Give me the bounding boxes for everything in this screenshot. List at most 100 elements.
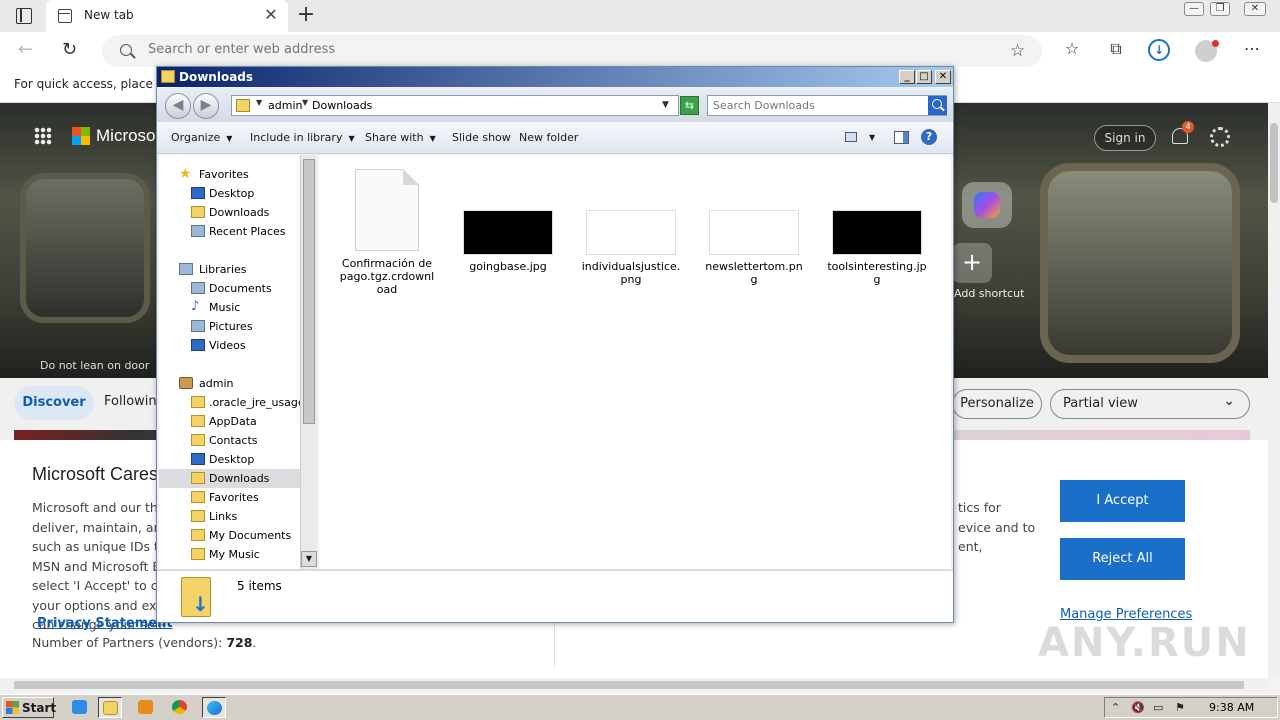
nav-user-desktop[interactable]: Desktop <box>159 450 301 469</box>
file-item[interactable]: goingbase.jpg <box>458 165 558 305</box>
chevron-right-icon[interactable]: ▼ <box>302 98 308 107</box>
start-button[interactable]: Start <box>2 697 56 718</box>
help-icon[interactable]: ? <box>921 129 937 145</box>
address-path[interactable]: ▼ admin ▼ Downloads ▼ <box>231 95 679 116</box>
nav-desktop[interactable]: Desktop <box>159 184 301 203</box>
explorer-minimize-button[interactable]: _ <box>899 70 915 84</box>
tab-discover[interactable]: Discover <box>14 386 94 420</box>
include-in-library-label: Include in library <box>250 131 343 144</box>
downloads-folder-icon <box>191 206 205 218</box>
scrollbar-thumb[interactable] <box>14 681 1244 689</box>
nav-user-downloads[interactable]: Downloads <box>159 469 301 488</box>
nav-music[interactable]: ♪ Music <box>159 298 301 317</box>
reload-icon[interactable]: ↻ <box>62 40 82 60</box>
consent-line: tics for <box>958 500 1001 515</box>
back-arrow-icon[interactable]: ◀ <box>165 93 191 119</box>
reject-all-button[interactable]: Reject All <box>1060 538 1185 580</box>
downloads-icon[interactable]: ↓ <box>1148 39 1170 61</box>
file-item[interactable]: toolsinteresting.jpg <box>827 165 927 305</box>
settings-gear-icon[interactable] <box>1210 127 1230 147</box>
preview-pane-icon[interactable] <box>894 131 909 144</box>
address-bar[interactable]: ☆ <box>102 35 1042 67</box>
more-menu-icon[interactable]: ⋯ <box>1241 38 1263 60</box>
minimize-button[interactable]: — <box>1184 2 1204 16</box>
sign-in-button[interactable]: Sign in <box>1094 125 1156 151</box>
volume-icon[interactable]: 🔇 <box>1131 701 1145 714</box>
share-with-menu[interactable]: Share with ▼ <box>365 131 436 144</box>
nav-admin[interactable]: admin <box>159 374 301 393</box>
page-horizontal-scrollbar[interactable] <box>0 678 1268 692</box>
privacy-statement-link[interactable]: Privacy Statement <box>37 616 173 631</box>
accept-button[interactable]: I Accept <box>1060 480 1185 522</box>
explorer-close-button[interactable]: ✕ <box>935 70 951 84</box>
forward-arrow-icon[interactable]: ▶ <box>193 93 219 119</box>
page-vertical-scrollbar[interactable] <box>1268 103 1280 678</box>
partners-label: Number of Partners (vendors): <box>32 635 223 650</box>
nav-oracle-jre-usage[interactable]: .oracle_jre_usage <box>159 393 303 412</box>
nav-links[interactable]: Links <box>159 507 301 526</box>
restore-button[interactable]: ❐ <box>1210 2 1230 16</box>
nav-recent-places[interactable]: Recent Places <box>159 222 301 241</box>
nav-favorites[interactable]: ★ Favorites <box>159 165 301 184</box>
tab-new-tab[interactable]: New tab ✕ <box>46 0 288 32</box>
chevron-down-icon[interactable]: ▼ <box>869 133 875 142</box>
new-folder-button[interactable]: New folder <box>519 131 578 144</box>
app-launcher-icon[interactable] <box>34 127 52 145</box>
organize-menu[interactable]: Organize ▼ <box>171 131 232 144</box>
scrollbar-thumb[interactable] <box>303 159 315 424</box>
breadcrumb-admin[interactable]: admin <box>268 99 302 112</box>
explorer-taskbar-button[interactable] <box>98 697 122 718</box>
internet-explorer-taskbar-button[interactable] <box>68 697 92 718</box>
personalize-button[interactable]: Personalize <box>952 389 1042 419</box>
scroll-down-icon[interactable]: ▼ <box>301 551 317 567</box>
nav-user-favorites[interactable]: Favorites <box>159 488 301 507</box>
scrollbar-thumb[interactable] <box>1270 123 1278 203</box>
nav-documents[interactable]: Documents <box>159 279 301 298</box>
close-tab-icon[interactable]: ✕ <box>262 6 280 24</box>
search-icon[interactable] <box>928 96 947 115</box>
clock[interactable]: 9:38 AM <box>1209 701 1254 714</box>
tab-actions-icon[interactable] <box>16 8 32 24</box>
address-input[interactable] <box>148 42 848 57</box>
file-item[interactable]: individualsjustice.png <box>581 165 681 305</box>
action-center-icon[interactable]: ⚑ <box>1175 701 1185 714</box>
nav-my-documents[interactable]: My Documents <box>159 526 301 545</box>
edge-taskbar-button[interactable] <box>202 697 226 718</box>
add-shortcut-button[interactable]: + <box>952 243 992 283</box>
explorer-maximize-button[interactable]: □ <box>916 70 932 84</box>
nav-contacts[interactable]: Contacts <box>159 431 301 450</box>
network-icon[interactable]: ▭ <box>1153 701 1163 714</box>
nav-pictures[interactable]: Pictures <box>159 317 301 336</box>
add-favorite-icon[interactable]: ☆ <box>1010 41 1025 61</box>
nav-videos[interactable]: Videos <box>159 336 301 355</box>
nav-my-music[interactable]: My Music <box>159 545 301 564</box>
explorer-search[interactable] <box>707 95 947 116</box>
file-item[interactable]: Confirmación de pago.tgz.crdownload <box>337 165 437 305</box>
explorer-titlebar[interactable]: Downloads _ □ ✕ <box>157 67 953 87</box>
collections-icon[interactable]: ⧉ <box>1105 38 1127 60</box>
show-hidden-icons[interactable]: ⌃ <box>1111 701 1120 714</box>
copilot-shortcut[interactable] <box>962 182 1012 228</box>
close-window-button[interactable]: ✕ <box>1244 2 1266 16</box>
include-in-library-menu[interactable]: Include in library ▼ <box>250 131 355 144</box>
slide-show-button[interactable]: Slide show <box>452 131 511 144</box>
back-icon[interactable]: ← <box>18 40 38 60</box>
media-player-taskbar-button[interactable] <box>134 697 158 718</box>
explorer-search-input[interactable] <box>713 99 913 112</box>
navigation-pane-scrollbar[interactable]: ▼ <box>300 155 317 569</box>
nav-libraries[interactable]: Libraries <box>159 260 301 279</box>
nav-appdata[interactable]: AppData <box>159 412 301 431</box>
favorites-icon[interactable]: ☆ <box>1061 38 1083 60</box>
change-view-icon[interactable] <box>845 132 857 142</box>
file-item[interactable]: newslettertom.png <box>704 165 804 305</box>
refresh-icon[interactable]: ⇆ <box>680 96 699 115</box>
view-select[interactable]: Partial view ⌄ <box>1050 389 1250 419</box>
chrome-taskbar-button[interactable] <box>168 697 192 718</box>
contacts-icon <box>191 434 205 446</box>
new-tab-button[interactable]: + <box>294 4 318 28</box>
path-dropdown-icon[interactable]: ▼ <box>662 100 669 110</box>
breadcrumb-downloads[interactable]: Downloads <box>312 99 372 112</box>
profile-avatar[interactable] <box>1195 40 1219 62</box>
chevron-down-icon[interactable]: ▼ <box>256 98 262 107</box>
nav-downloads[interactable]: Downloads <box>159 203 301 222</box>
